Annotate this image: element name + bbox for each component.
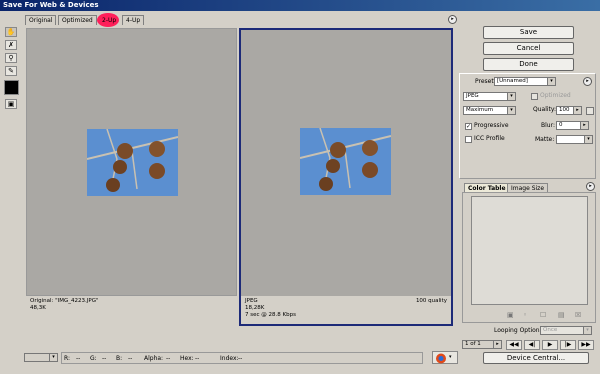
color-table-menu-button[interactable]: ▸ xyxy=(586,182,595,191)
blue-label: B: xyxy=(116,355,123,362)
red-label: R: xyxy=(64,355,71,362)
chevron-right-icon: ▸ xyxy=(580,122,588,129)
delete-color-icon[interactable]: ☒ xyxy=(575,311,581,319)
blur-value: 0 xyxy=(559,122,563,128)
browser-icon xyxy=(436,353,446,364)
quality-preset-select[interactable]: Maximum ▾ xyxy=(463,106,516,115)
tab-optimized[interactable]: Optimized xyxy=(58,15,97,25)
frame-counter: 1 of 1 ▸ xyxy=(462,340,502,349)
looping-options-select[interactable]: Once ▾ xyxy=(540,326,592,335)
original-info-panel: Original: "IMG_4223.JPG" 48,3K xyxy=(26,296,237,326)
first-frame-icon[interactable]: ◀◀ xyxy=(506,340,522,350)
alpha-label: Alpha: xyxy=(144,355,164,362)
green-label: G: xyxy=(90,355,97,362)
index-value: -- xyxy=(238,355,243,362)
chevron-down-icon: ▾ xyxy=(583,327,591,334)
chevron-right-icon: ▸ xyxy=(573,107,581,114)
matte-label: Matte: xyxy=(535,136,555,143)
preset-label: Preset: xyxy=(475,78,496,85)
green-value: -- xyxy=(102,355,107,362)
quality-label: Quality: xyxy=(533,106,557,113)
preview-in-browser-button[interactable]: ▾ xyxy=(432,351,458,364)
play-icon[interactable]: ▶ xyxy=(542,340,558,350)
original-photo xyxy=(87,129,178,196)
preset-value: [Unnamed] xyxy=(497,78,528,84)
tab-color-table[interactable]: Color Table xyxy=(464,183,510,192)
format-value: JPEG xyxy=(466,93,479,99)
optimized-info-panel: JPEG 18,28K 7 sec @ 28.8 Kbps 100 qualit… xyxy=(239,296,453,326)
hex-label: Hex: xyxy=(180,355,194,362)
quality-value: 100 xyxy=(559,107,570,113)
red-value: -- xyxy=(76,355,81,362)
progressive-checkbox[interactable]: ✓ xyxy=(465,123,472,130)
optimize-menu-button[interactable]: ▸ xyxy=(583,77,592,86)
icc-profile-checkbox[interactable] xyxy=(465,136,472,143)
blur-input[interactable]: 0 ▸ xyxy=(556,121,589,130)
optimized-image-pane[interactable] xyxy=(239,28,453,296)
zoom-tool-icon[interactable]: ⚲ xyxy=(5,53,17,63)
blur-label: Blur: xyxy=(541,122,555,129)
done-button[interactable]: Done xyxy=(483,58,574,71)
hex-value: -- xyxy=(195,355,200,362)
chevron-down-icon: ▾ xyxy=(507,93,515,100)
preset-select[interactable]: [Unnamed] ▾ xyxy=(494,77,556,86)
index-label: Index: xyxy=(220,355,239,362)
save-button[interactable]: Save xyxy=(483,26,574,39)
eyedropper-tool-icon[interactable]: ✎ xyxy=(5,66,17,76)
view-menu-button[interactable]: ▸ xyxy=(448,15,457,24)
chevron-down-icon: ▾ xyxy=(547,78,555,85)
toggle-slices-icon[interactable]: ▣ xyxy=(5,99,17,109)
original-filename: Original: "IMG_4223.JPG" xyxy=(30,298,99,304)
looping-options-value: Once xyxy=(543,327,558,333)
tab-4-up[interactable]: 4-Up xyxy=(122,15,145,25)
color-table-grid[interactable] xyxy=(471,196,588,305)
chevron-down-icon: ▾ xyxy=(449,354,452,360)
view-menu-arrow-icon: ▸ xyxy=(451,16,454,22)
zoom-select[interactable]: ▾ xyxy=(24,353,58,362)
color-table-menu-arrow-icon: ▸ xyxy=(589,183,592,189)
cancel-button[interactable]: Cancel xyxy=(483,42,574,55)
new-color-icon[interactable]: ▤ xyxy=(558,311,565,319)
quality-preset-value: Maximum xyxy=(466,107,494,113)
original-image-pane[interactable] xyxy=(26,28,237,296)
previous-frame-icon[interactable]: ◀| xyxy=(524,340,540,350)
eyedropper-color-swatch[interactable] xyxy=(4,80,19,95)
next-frame-icon[interactable]: |▶ xyxy=(560,340,576,350)
slice-select-tool-icon[interactable]: ✗ xyxy=(5,40,17,50)
map-color-icon[interactable]: ▣ xyxy=(507,311,514,319)
optimized-download-time: 7 sec @ 28.8 Kbps xyxy=(245,312,296,318)
device-central-button[interactable]: Device Central... xyxy=(483,352,589,364)
tab-image-size[interactable]: Image Size xyxy=(507,183,549,192)
frame-counter-value: 1 of 1 xyxy=(465,341,481,347)
last-frame-icon[interactable]: ▶▶ xyxy=(578,340,594,350)
progressive-label: Progressive xyxy=(474,122,509,129)
optimized-label: Optimized xyxy=(540,92,571,99)
alpha-value: -- xyxy=(166,355,171,362)
optimized-checkbox[interactable] xyxy=(531,93,538,100)
tab-2-up[interactable]: 2-Up xyxy=(98,15,120,25)
quality-channel-icon[interactable] xyxy=(586,107,594,115)
window-title: Save For Web & Devices xyxy=(3,1,99,9)
optimized-photo xyxy=(300,128,391,195)
web-shift-icon[interactable]: ◦ xyxy=(523,311,527,319)
format-select[interactable]: JPEG ▾ xyxy=(463,92,516,101)
looping-options-label: Looping Options: xyxy=(494,327,545,334)
matte-select[interactable]: ▾ xyxy=(556,135,593,144)
hand-tool-icon[interactable]: ✋ xyxy=(5,27,17,37)
lock-color-icon[interactable]: ☐ xyxy=(540,311,546,319)
original-filesize: 48,3K xyxy=(30,305,46,311)
blue-value: -- xyxy=(128,355,133,362)
icc-profile-label: ICC Profile xyxy=(474,135,505,142)
chevron-down-icon: ▾ xyxy=(507,107,515,114)
chevron-right-icon: ▸ xyxy=(493,341,501,348)
optimize-menu-arrow-icon: ▸ xyxy=(586,78,589,84)
quality-input[interactable]: 100 ▸ xyxy=(556,106,582,115)
window-title-bar: Save For Web & Devices xyxy=(0,0,600,11)
tab-original[interactable]: Original xyxy=(25,15,57,25)
chevron-down-icon: ▾ xyxy=(584,136,592,143)
optimized-filesize: 18,28K xyxy=(245,305,265,311)
optimized-quality: 100 quality xyxy=(415,298,447,304)
color-table-panel: ▣ ◦ ☐ ▤ ☒ xyxy=(462,192,596,323)
chevron-down-icon: ▾ xyxy=(49,354,57,361)
